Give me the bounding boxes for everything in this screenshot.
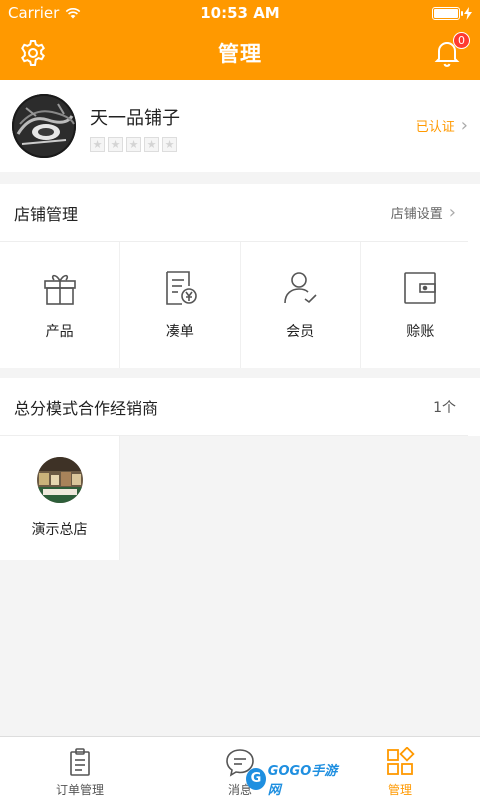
grid-icon	[387, 747, 415, 775]
status-bar: Carrier 10:53 AM	[0, 0, 480, 26]
page-title: 管理	[218, 42, 262, 66]
invoice-yen-icon	[166, 271, 197, 305]
nav-bar: 管理 0	[0, 26, 480, 80]
store-management-section: 店铺管理 店铺设置 › 产品 凑单 会员 赊账	[0, 184, 480, 368]
grid-item-products[interactable]: 产品	[0, 242, 121, 368]
grid-item-members[interactable]: 会员	[241, 242, 361, 368]
grid-item-label: 凑单	[165, 324, 194, 340]
shop-name: 天一品铺子	[90, 108, 180, 129]
watermark-circle-icon: G	[246, 768, 266, 790]
shop-avatar	[12, 94, 76, 158]
store-settings-link[interactable]: 店铺设置 ›	[390, 202, 456, 223]
distributor-avatar	[36, 457, 83, 503]
distributor-count: 1个	[433, 399, 456, 416]
distributor-card[interactable]: 演示总店	[0, 436, 120, 560]
notifications-button[interactable]: 0	[432, 32, 470, 68]
notification-badge: 0	[453, 32, 470, 49]
distributors-section: 总分模式合作经销商 1个	[0, 378, 480, 436]
star-icon: ★	[126, 137, 141, 152]
watermark-logo: G GOGO手游网	[246, 764, 342, 798]
store-management-grid: 产品 凑单 会员 赊账	[0, 242, 480, 368]
gift-icon	[43, 274, 76, 305]
settings-button[interactable]	[18, 38, 48, 68]
battery-icon	[432, 6, 463, 20]
distributors-header: 总分模式合作经销商 1个	[0, 378, 468, 436]
member-icon	[284, 272, 317, 304]
grid-item-credit[interactable]: 赊账	[361, 242, 480, 368]
grid-item-label: 产品	[45, 324, 74, 340]
status-time: 10:53 AM	[200, 4, 280, 22]
distributor-name: 演示总店	[31, 522, 88, 538]
tab-label: 订单管理	[55, 783, 104, 797]
chevron-right-icon: ›	[448, 202, 456, 223]
verified-link[interactable]: 已认证 ›	[415, 115, 468, 136]
watermark-text: GOGO手游网	[267, 764, 338, 798]
shop-profile[interactable]: 天一品铺子 ★ ★ ★ ★ ★ 已认证 ›	[0, 80, 480, 172]
store-management-header: 店铺管理 店铺设置 ›	[0, 184, 468, 242]
wallet-icon	[404, 272, 437, 304]
app-header: Carrier 10:53 AM 管理 0	[0, 0, 480, 80]
rating-stars: ★ ★ ★ ★ ★	[90, 137, 177, 152]
chevron-right-icon: ›	[460, 115, 468, 136]
tab-management[interactable]: 管理	[320, 737, 480, 800]
star-icon: ★	[144, 137, 159, 152]
star-icon: ★	[162, 137, 177, 152]
section-title: 总分模式合作经销商	[14, 398, 159, 418]
store-settings-label: 店铺设置	[390, 207, 443, 222]
star-icon: ★	[90, 137, 105, 152]
section-title: 店铺管理	[14, 204, 79, 224]
verified-label: 已认证	[415, 120, 455, 135]
tab-orders[interactable]: 订单管理	[0, 737, 160, 800]
battery-fill	[434, 8, 458, 18]
grid-item-label: 赊账	[406, 324, 435, 340]
gear-icon	[21, 40, 45, 66]
tab-bar: 订单管理 消息 管理	[0, 736, 480, 800]
star-icon: ★	[108, 137, 123, 152]
grid-item-orders-combine[interactable]: 凑单	[120, 242, 241, 368]
tab-label: 管理	[387, 783, 412, 797]
grid-item-label: 会员	[286, 324, 315, 340]
clipboard-icon	[70, 748, 90, 776]
